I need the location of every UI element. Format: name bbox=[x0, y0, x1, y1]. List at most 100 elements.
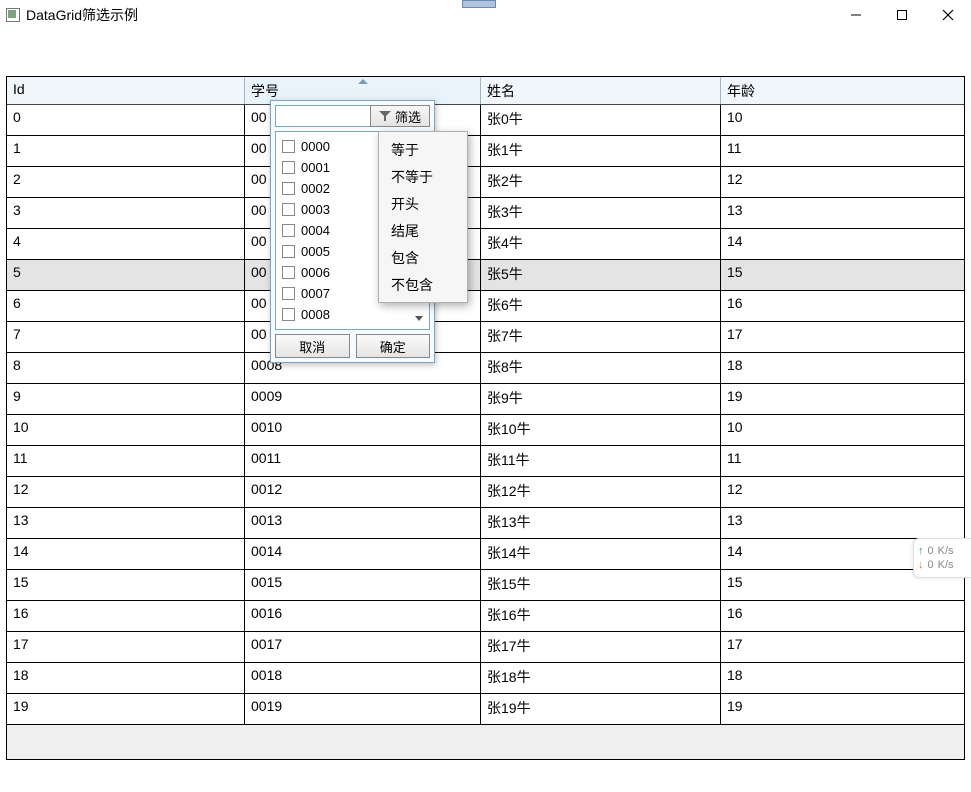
table-row[interactable]: 700张7牛17 bbox=[7, 322, 964, 353]
table-row[interactable]: 90009张9牛19 bbox=[7, 384, 964, 415]
cell-age[interactable]: 11 bbox=[721, 136, 959, 166]
cell-name[interactable]: 张5牛 bbox=[481, 260, 721, 290]
table-row[interactable]: 100张1牛11 bbox=[7, 136, 964, 167]
cell-id[interactable]: 10 bbox=[7, 415, 245, 445]
cell-id[interactable]: 9 bbox=[7, 384, 245, 414]
table-row[interactable]: 180018张18牛18 bbox=[7, 663, 964, 694]
cell-age[interactable]: 10 bbox=[721, 415, 959, 445]
cell-name[interactable]: 张17牛 bbox=[481, 632, 721, 662]
cell-age[interactable]: 14 bbox=[721, 229, 959, 259]
cell-name[interactable]: 张1牛 bbox=[481, 136, 721, 166]
cell-age[interactable]: 16 bbox=[721, 601, 959, 631]
cell-name[interactable]: 张10牛 bbox=[481, 415, 721, 445]
filter-search-input[interactable] bbox=[275, 105, 371, 127]
table-row[interactable]: 500张5牛15 bbox=[7, 260, 964, 291]
table-row[interactable]: 170017张17牛17 bbox=[7, 632, 964, 663]
cell-name[interactable]: 张4牛 bbox=[481, 229, 721, 259]
table-row[interactable]: 80008张8牛18 bbox=[7, 353, 964, 384]
cell-name[interactable]: 张11牛 bbox=[481, 446, 721, 476]
cell-id[interactable]: 18 bbox=[7, 663, 245, 693]
cell-name[interactable]: 张19牛 bbox=[481, 694, 721, 724]
cell-age[interactable]: 17 bbox=[721, 322, 959, 352]
column-header-age[interactable]: 年龄 bbox=[721, 77, 959, 104]
filter-button[interactable]: 筛选 bbox=[370, 105, 430, 127]
table-row[interactable]: 200张2牛12 bbox=[7, 167, 964, 198]
cell-id[interactable]: 11 bbox=[7, 446, 245, 476]
cell-id[interactable]: 1 bbox=[7, 136, 245, 166]
cell-code[interactable]: 0016 bbox=[245, 601, 481, 631]
checkbox-icon[interactable] bbox=[282, 266, 295, 279]
checkbox-icon[interactable] bbox=[282, 161, 295, 174]
cell-name[interactable]: 张18牛 bbox=[481, 663, 721, 693]
table-row[interactable]: 400张4牛14 bbox=[7, 229, 964, 260]
cell-name[interactable]: 张6牛 bbox=[481, 291, 721, 321]
dropdown-icon[interactable] bbox=[415, 316, 423, 321]
table-row[interactable]: 100010张10牛10 bbox=[7, 415, 964, 446]
cell-age[interactable]: 12 bbox=[721, 477, 959, 507]
cell-age[interactable]: 10 bbox=[721, 105, 959, 135]
cell-id[interactable]: 16 bbox=[7, 601, 245, 631]
table-row[interactable]: 300张3牛13 bbox=[7, 198, 964, 229]
data-grid[interactable]: Id 学号 姓名 年龄 000张0牛10100张1牛11200张2牛12300张… bbox=[6, 76, 965, 760]
minimize-button[interactable] bbox=[833, 0, 879, 30]
cell-id[interactable]: 2 bbox=[7, 167, 245, 197]
checkbox-icon[interactable] bbox=[282, 140, 295, 153]
maximize-button[interactable] bbox=[879, 0, 925, 30]
cell-name[interactable]: 张13牛 bbox=[481, 508, 721, 538]
checkbox-icon[interactable] bbox=[282, 224, 295, 237]
cell-code[interactable]: 0018 bbox=[245, 663, 481, 693]
cell-code[interactable]: 0009 bbox=[245, 384, 481, 414]
cell-code[interactable]: 0017 bbox=[245, 632, 481, 662]
table-row[interactable]: 120012张12牛12 bbox=[7, 477, 964, 508]
cell-id[interactable]: 3 bbox=[7, 198, 245, 228]
operator-menu-item[interactable]: 不等于 bbox=[379, 163, 467, 190]
cell-id[interactable]: 17 bbox=[7, 632, 245, 662]
cell-id[interactable]: 6 bbox=[7, 291, 245, 321]
cancel-button[interactable]: 取消 bbox=[275, 334, 350, 358]
column-header-name[interactable]: 姓名 bbox=[481, 77, 721, 104]
cell-age[interactable]: 17 bbox=[721, 632, 959, 662]
cell-name[interactable]: 张2牛 bbox=[481, 167, 721, 197]
cell-id[interactable]: 4 bbox=[7, 229, 245, 259]
cell-code[interactable]: 0014 bbox=[245, 539, 481, 569]
cell-age[interactable]: 13 bbox=[721, 198, 959, 228]
ok-button[interactable]: 确定 bbox=[356, 334, 431, 358]
table-row[interactable]: 160016张16牛16 bbox=[7, 601, 964, 632]
cell-code[interactable]: 0012 bbox=[245, 477, 481, 507]
close-button[interactable] bbox=[925, 0, 971, 30]
cell-name[interactable]: 张8牛 bbox=[481, 353, 721, 383]
cell-name[interactable]: 张14牛 bbox=[481, 539, 721, 569]
cell-code[interactable]: 0010 bbox=[245, 415, 481, 445]
table-row[interactable]: 600张6牛16 bbox=[7, 291, 964, 322]
cell-age[interactable]: 16 bbox=[721, 291, 959, 321]
cell-id[interactable]: 15 bbox=[7, 570, 245, 600]
table-row[interactable]: 140014张14牛14 bbox=[7, 539, 964, 570]
cell-code[interactable]: 0013 bbox=[245, 508, 481, 538]
column-header-id[interactable]: Id bbox=[7, 77, 245, 104]
cell-age[interactable]: 12 bbox=[721, 167, 959, 197]
cell-name[interactable]: 张16牛 bbox=[481, 601, 721, 631]
checkbox-icon[interactable] bbox=[282, 245, 295, 258]
checkbox-icon[interactable] bbox=[282, 182, 295, 195]
table-row[interactable]: 150015张15牛15 bbox=[7, 570, 964, 601]
cell-name[interactable]: 张3牛 bbox=[481, 198, 721, 228]
checkbox-icon[interactable] bbox=[282, 287, 295, 300]
table-row[interactable]: 190019张19牛19 bbox=[7, 694, 964, 725]
cell-age[interactable]: 11 bbox=[721, 446, 959, 476]
operator-menu-item[interactable]: 结尾 bbox=[379, 217, 467, 244]
cell-name[interactable]: 张12牛 bbox=[481, 477, 721, 507]
cell-id[interactable]: 8 bbox=[7, 353, 245, 383]
cell-id[interactable]: 14 bbox=[7, 539, 245, 569]
cell-age[interactable]: 19 bbox=[721, 384, 959, 414]
cell-age[interactable]: 19 bbox=[721, 694, 959, 724]
cell-age[interactable]: 15 bbox=[721, 260, 959, 290]
operator-menu-item[interactable]: 等于 bbox=[379, 136, 467, 163]
checkbox-icon[interactable] bbox=[282, 203, 295, 216]
cell-id[interactable]: 12 bbox=[7, 477, 245, 507]
cell-id[interactable]: 5 bbox=[7, 260, 245, 290]
table-row[interactable]: 110011张11牛11 bbox=[7, 446, 964, 477]
checkbox-icon[interactable] bbox=[282, 308, 295, 321]
cell-code[interactable]: 0011 bbox=[245, 446, 481, 476]
cell-age[interactable]: 18 bbox=[721, 353, 959, 383]
cell-age[interactable]: 18 bbox=[721, 663, 959, 693]
